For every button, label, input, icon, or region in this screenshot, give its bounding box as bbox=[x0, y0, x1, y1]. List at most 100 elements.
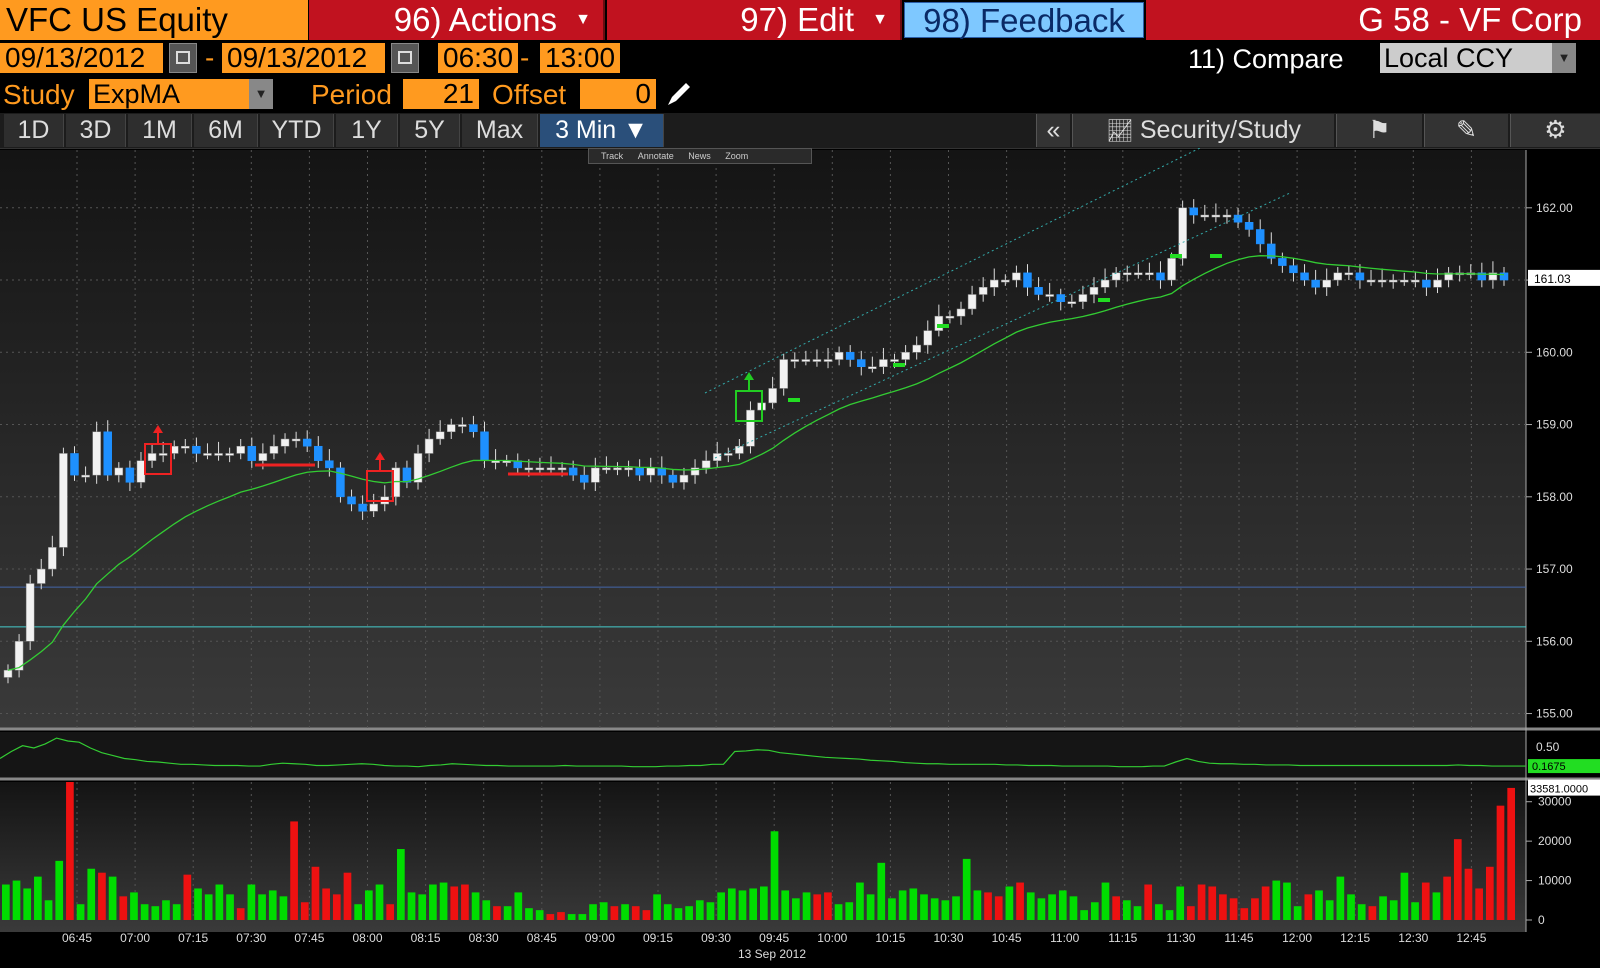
calendar-icon[interactable] bbox=[391, 43, 419, 73]
volume-bar-up bbox=[151, 906, 160, 920]
compare-button[interactable]: 11) Compare bbox=[1188, 43, 1344, 75]
range-button-7[interactable]: Max bbox=[462, 114, 538, 147]
volume-bar-up bbox=[760, 886, 768, 920]
edit-menu[interactable]: 97) Edit ▼ bbox=[607, 0, 902, 40]
actions-menu[interactable]: 96) Actions ▼ bbox=[309, 0, 605, 40]
indicator-value-label: 0.1675 bbox=[1532, 761, 1566, 773]
zoom-tool[interactable]: Zoom bbox=[725, 151, 748, 161]
volume-bar-up bbox=[2, 884, 10, 920]
volume-bar-up bbox=[674, 908, 683, 920]
period-field[interactable]: 21 bbox=[403, 79, 479, 109]
candle-up bbox=[435, 431, 445, 440]
chart-area[interactable]: 06:45 07:00 07:15 07:30 07:45 08:00 08:15 08:30… bbox=[0, 147, 1600, 963]
volume-bar-down bbox=[1507, 787, 1516, 920]
x-tick-label: 08:30 bbox=[469, 931, 499, 945]
feedback-button[interactable]: 98) Feedback bbox=[904, 2, 1144, 39]
volume-bar-up bbox=[44, 900, 53, 920]
volume-bar-down bbox=[98, 872, 106, 920]
currency-select[interactable]: Local CCY ▼ bbox=[1380, 43, 1576, 73]
volume-bar-up bbox=[1101, 882, 1110, 920]
volume-bar-up bbox=[1389, 900, 1398, 920]
chart-mini-toolbar: Track Annotate News Zoom bbox=[588, 148, 812, 164]
volume-bar-up bbox=[279, 896, 288, 920]
volume-bar-up bbox=[706, 902, 715, 920]
edit-label: 97) Edit bbox=[740, 1, 854, 38]
study-select[interactable]: ExpMA ▼ bbox=[89, 79, 273, 109]
candle-down bbox=[402, 467, 412, 483]
candle-up bbox=[236, 445, 245, 454]
x-tick-label: 08:00 bbox=[352, 931, 382, 945]
range-button-5[interactable]: 1Y bbox=[336, 114, 398, 147]
start-date-field[interactable]: 09/13/2012 bbox=[0, 43, 163, 73]
track-tool[interactable]: Track bbox=[601, 151, 623, 161]
indicator-tick-label: 0.50 bbox=[1536, 740, 1560, 754]
candle-up bbox=[956, 308, 966, 317]
candle-up bbox=[546, 467, 556, 471]
candle-down bbox=[70, 453, 79, 476]
volume-bar-up bbox=[877, 862, 886, 920]
volume-bar-down bbox=[1240, 908, 1249, 920]
volume-bar-up bbox=[12, 880, 21, 920]
start-time-field[interactable]: 06:30 bbox=[438, 43, 518, 73]
x-tick-label: 09:30 bbox=[701, 931, 731, 945]
volume-bar-down bbox=[546, 914, 555, 920]
chevron-down-icon: ▼ bbox=[1552, 43, 1576, 73]
candle-up bbox=[81, 474, 90, 478]
page-title: G 58 - VF Corp bbox=[1146, 0, 1600, 40]
volume-bar-up bbox=[1272, 880, 1281, 920]
volume-bar-up bbox=[973, 890, 982, 920]
volume-bar-down bbox=[610, 906, 619, 920]
range-button-6[interactable]: 5Y bbox=[400, 114, 460, 147]
volume-bar-down bbox=[450, 886, 459, 920]
range-button-2[interactable]: 1M bbox=[128, 114, 192, 147]
range-button-3[interactable]: 6M bbox=[194, 114, 258, 147]
news-tool[interactable]: News bbox=[688, 151, 711, 161]
volume-bar-up bbox=[140, 904, 149, 920]
candle-down bbox=[857, 359, 866, 367]
volume-bar-up bbox=[1037, 898, 1046, 920]
settings-button[interactable]: ⚙ bbox=[1510, 114, 1600, 147]
volume-bar-down bbox=[642, 910, 651, 920]
x-tick-label: 11:00 bbox=[1050, 931, 1079, 945]
volume-bar-down bbox=[984, 892, 992, 920]
candle-up bbox=[1344, 272, 1354, 276]
candle-down bbox=[1034, 287, 1043, 295]
candle-up bbox=[280, 438, 290, 447]
range-button-1[interactable]: 3D bbox=[66, 114, 126, 147]
annotate-button[interactable]: ✎ bbox=[1424, 114, 1508, 147]
security-ticker[interactable]: VFC US Equity bbox=[0, 0, 308, 40]
volume-bar-up bbox=[439, 882, 448, 920]
candle-up bbox=[1211, 214, 1221, 218]
annotate-tool[interactable]: Annotate bbox=[638, 151, 674, 161]
flag-button[interactable]: ⚑ bbox=[1336, 114, 1422, 147]
offset-field[interactable]: 0 bbox=[580, 79, 656, 109]
candle-up bbox=[901, 352, 910, 360]
study-row: Study ExpMA ▼ Period 21 Offset 0 bbox=[0, 79, 1600, 113]
candle-up bbox=[779, 359, 788, 389]
security-study-button[interactable]: 📈︎ Security/Study bbox=[1072, 114, 1334, 147]
candle-down bbox=[845, 352, 855, 360]
range-button-8[interactable]: 3 Min ▼ bbox=[540, 114, 664, 147]
range-button-4[interactable]: YTD bbox=[260, 114, 334, 147]
volume-tick-label: 30000 bbox=[1538, 795, 1572, 809]
range-button-0[interactable]: 1D bbox=[4, 114, 64, 147]
volume-bar-down bbox=[1421, 882, 1430, 920]
collapse-button[interactable]: « bbox=[1036, 114, 1070, 147]
volume-bar-up bbox=[578, 914, 587, 920]
pencil-icon[interactable] bbox=[664, 79, 694, 109]
end-time-field[interactable]: 13:00 bbox=[540, 43, 620, 73]
volume-bar-up bbox=[503, 906, 512, 920]
candle-down bbox=[1189, 207, 1198, 216]
range-toolbar: 1D 3D 1M 6M YTD 1Y 5Y Max 3 Min ▼ « 📈︎ Security/S… bbox=[0, 113, 1600, 149]
candle-up bbox=[535, 467, 545, 471]
candle-down bbox=[1156, 272, 1165, 281]
calendar-icon[interactable] bbox=[169, 43, 197, 73]
candle-up bbox=[790, 359, 800, 362]
volume-bar-up bbox=[567, 914, 576, 920]
volume-bar-up bbox=[1411, 902, 1419, 920]
price-chart[interactable]: 06:45 07:00 07:15 07:30 07:45 08:00 08:15 08:30… bbox=[0, 147, 1600, 963]
volume-bar-down bbox=[1112, 896, 1120, 920]
end-date-field[interactable]: 09/13/2012 bbox=[222, 43, 385, 73]
x-tick-label: 07:15 bbox=[178, 931, 208, 945]
volume-bar-up bbox=[1165, 910, 1174, 920]
